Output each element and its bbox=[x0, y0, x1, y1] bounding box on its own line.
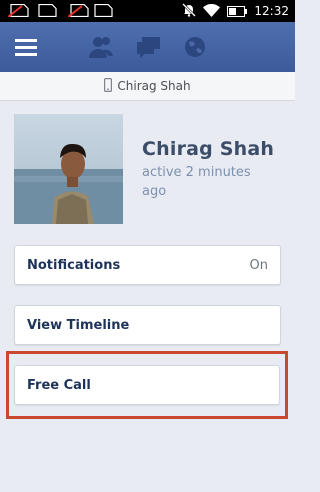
globe-icon[interactable] bbox=[184, 36, 206, 62]
profile-active-status: active 2 minutes ago bbox=[142, 165, 251, 199]
notifications-value: On bbox=[249, 257, 268, 273]
no-sim-icon bbox=[68, 4, 90, 17]
mute-icon bbox=[182, 2, 197, 21]
chat-contact-header: Chirag Shah bbox=[0, 72, 295, 101]
status-bar: 12:32 bbox=[0, 0, 295, 22]
no-sim-icon bbox=[36, 4, 58, 17]
contact-name: Chirag Shah bbox=[117, 79, 191, 93]
profile-photo[interactable] bbox=[14, 114, 123, 224]
view-timeline-label: View Timeline bbox=[27, 317, 130, 333]
free-call-label: Free Call bbox=[27, 377, 91, 393]
profile-name: Chirag Shah bbox=[142, 138, 275, 160]
top-navigation-bar bbox=[0, 22, 295, 72]
no-sim-icon bbox=[92, 4, 114, 17]
menu-icon[interactable] bbox=[15, 38, 37, 60]
no-sim-icon bbox=[8, 4, 30, 17]
notifications-row[interactable]: Notifications On bbox=[14, 245, 281, 285]
view-timeline-row[interactable]: View Timeline bbox=[14, 305, 281, 345]
messages-icon[interactable] bbox=[137, 36, 161, 62]
battery-icon bbox=[227, 2, 248, 21]
phone-icon bbox=[104, 77, 113, 95]
notifications-label: Notifications bbox=[27, 257, 121, 273]
free-call-row[interactable]: Free Call bbox=[14, 365, 280, 405]
clock: 12:32 bbox=[254, 4, 289, 18]
friends-icon[interactable] bbox=[89, 36, 113, 62]
wifi-icon bbox=[203, 2, 221, 21]
